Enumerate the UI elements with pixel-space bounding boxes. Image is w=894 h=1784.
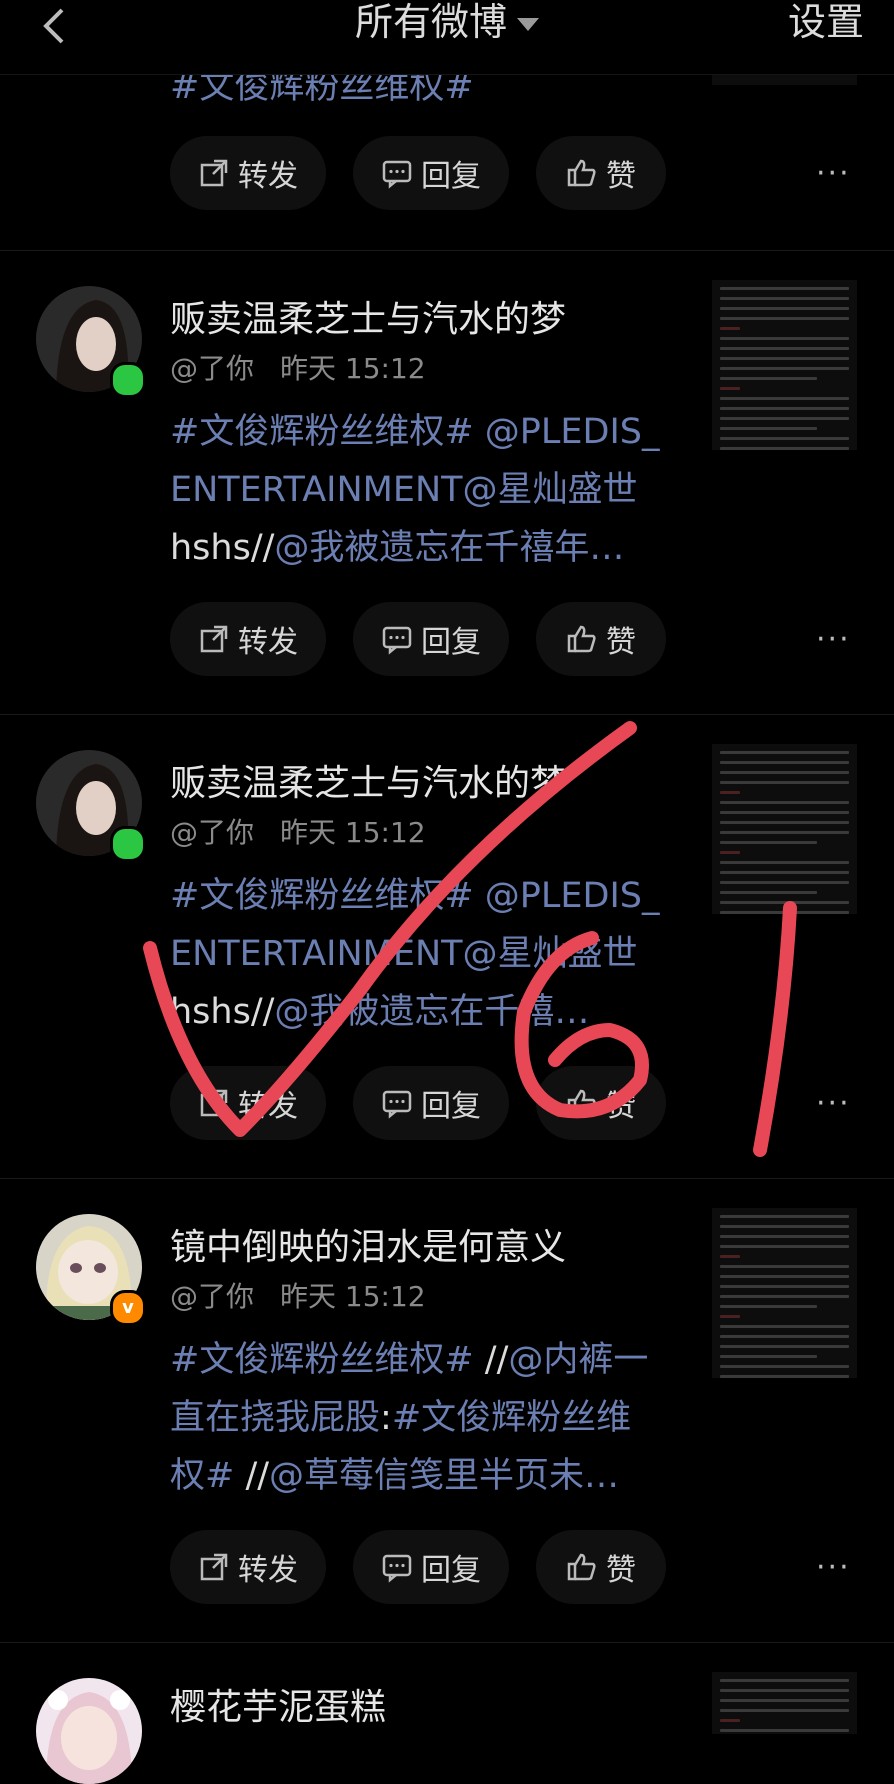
post-body-text: hshs// xyxy=(170,992,275,1032)
more-options-button[interactable]: ··· xyxy=(816,1086,851,1121)
more-options-button[interactable]: ··· xyxy=(816,622,851,657)
post-body-text: hshs// xyxy=(170,528,275,568)
mention-or-hashtag-link[interactable]: #文俊辉粉丝维权# @PLEDIS_ xyxy=(170,412,660,452)
post-body[interactable]: #文俊辉粉丝维权# @PLEDIS_ ENTERTAINMENT@星灿盛世 hshs… xyxy=(170,403,670,577)
mention-or-hashtag-link[interactable]: #文俊辉粉丝维 xyxy=(392,1398,631,1438)
repost-button[interactable]: 转发 xyxy=(170,1530,326,1604)
online-status-icon xyxy=(110,826,146,862)
avatar[interactable] xyxy=(36,1678,142,1784)
like-button[interactable]: 赞 xyxy=(536,136,666,210)
post-image-thumbnail[interactable] xyxy=(712,1672,857,1734)
post-actions: 转发 回复 赞 ··· xyxy=(170,602,870,676)
post-card[interactable]: v 镜中倒映的泪水是何意义 @了你 昨天 15:12 #文俊辉粉丝维权# //@内… xyxy=(0,1178,894,1642)
mention-or-hashtag-link[interactable]: @我被遗忘在千禧年… xyxy=(274,528,624,568)
thumbs-up-icon xyxy=(567,1553,596,1581)
post-body-line: #文俊辉粉丝维权# @PLEDIS_ xyxy=(170,867,670,925)
post-body-text: // xyxy=(484,1340,509,1380)
post-body[interactable]: #文俊辉粉丝维权# //@内裤一 直在挠我屁股:#文俊辉粉丝维 权# //@草莓信笺… xyxy=(170,1331,670,1505)
post-body-line: 权# //@草莓信笺里半页未… xyxy=(170,1447,670,1505)
post-actions: 转发 回复 赞 ··· xyxy=(170,136,870,210)
post-image-thumbnail[interactable] xyxy=(712,744,857,914)
online-status-icon xyxy=(110,362,146,398)
reply-button[interactable]: 回复 xyxy=(353,1530,509,1604)
mention-or-hashtag-link[interactable]: 权# xyxy=(170,1456,245,1496)
post-body-line: hshs//@我被遗忘在千禧… xyxy=(170,983,670,1041)
verified-badge-icon: v xyxy=(110,1290,146,1326)
mention-or-hashtag-link[interactable]: @内裤一 xyxy=(508,1340,648,1380)
reply-button[interactable]: 回复 xyxy=(353,602,509,676)
mention-or-hashtag-link[interactable]: #文俊辉粉丝维权# xyxy=(170,1340,485,1380)
like-button[interactable]: 赞 xyxy=(536,1530,666,1604)
post-timestamp: 昨天 15:12 xyxy=(280,352,426,385)
post-actions: 转发 回复 赞 ··· xyxy=(170,1530,870,1604)
post-body[interactable]: #文俊辉粉丝维权# @PLEDIS_ ENTERTAINMENT@星灿盛世 hshs… xyxy=(170,867,670,1041)
page-title: 所有微博 xyxy=(354,0,507,44)
mention-or-hashtag-link[interactable]: #文俊辉粉丝维权# @PLEDIS_ xyxy=(170,876,660,916)
post-card[interactable]: 贩卖温柔芝士与汽水的梦 @了你 昨天 15:12 #文俊辉粉丝维权# @PLEDI… xyxy=(0,714,894,1178)
post-author-name[interactable]: 贩卖温柔芝士与汽水的梦 xyxy=(170,290,566,342)
more-options-button[interactable]: ··· xyxy=(816,156,851,191)
post-image-thumbnail[interactable] xyxy=(712,280,857,450)
mention-or-hashtag-link[interactable]: ENTERTAINMENT@星灿盛世 xyxy=(170,470,638,510)
post-author-name[interactable]: 贩卖温柔芝士与汽水的梦 xyxy=(170,754,566,806)
repost-button[interactable]: 转发 xyxy=(170,136,326,210)
mention-or-hashtag-link[interactable]: 直在挠我屁股 xyxy=(170,1398,380,1438)
post-body-line: #文俊辉粉丝维权# //@内裤一 xyxy=(170,1331,670,1389)
thumbs-up-icon xyxy=(567,1089,596,1117)
post-timestamp: 昨天 15:12 xyxy=(280,816,426,849)
post-author-handle[interactable]: @了你 xyxy=(170,1280,254,1313)
post-body-line: ENTERTAINMENT@星灿盛世 xyxy=(170,925,670,983)
post-image-thumbnail[interactable] xyxy=(712,1208,857,1378)
more-options-button[interactable]: ··· xyxy=(816,1550,851,1585)
share-icon xyxy=(200,625,228,653)
post-card[interactable]: 樱花芋泥蛋糕 xyxy=(0,1642,894,1784)
share-icon xyxy=(200,1553,228,1581)
like-button[interactable]: 赞 xyxy=(536,1066,666,1140)
mention-or-hashtag-link[interactable]: @草莓信笺里半页未… xyxy=(269,1456,619,1496)
post-actions: 转发 回复 赞 ··· xyxy=(170,1066,870,1140)
post-body-line: #文俊辉粉丝维权# @PLEDIS_ xyxy=(170,403,670,461)
comment-icon xyxy=(382,1554,412,1583)
repost-button[interactable]: 转发 xyxy=(170,602,326,676)
post-body-line: hshs//@我被遗忘在千禧年… xyxy=(170,519,670,577)
thumbs-up-icon xyxy=(567,159,596,187)
post-author-handle[interactable]: @了你 xyxy=(170,352,254,385)
settings-button[interactable]: 设置 xyxy=(788,0,864,44)
reply-button[interactable]: 回复 xyxy=(353,1066,509,1140)
share-icon xyxy=(200,159,228,187)
feed-filter-dropdown[interactable]: 所有微博 xyxy=(0,0,894,44)
comment-icon xyxy=(382,1090,412,1119)
post-body-line: 直在挠我屁股:#文俊辉粉丝维 xyxy=(170,1389,670,1447)
repost-button[interactable]: 转发 xyxy=(170,1066,326,1140)
post-body-text: // xyxy=(245,1456,270,1496)
top-bar: 所有微博 设置 xyxy=(0,0,894,75)
post-author-handle[interactable]: @了你 xyxy=(170,816,254,849)
mention-or-hashtag-link[interactable]: @我被遗忘在千禧… xyxy=(274,992,589,1032)
comment-icon xyxy=(382,626,412,655)
post-timestamp: 昨天 15:12 xyxy=(280,1280,426,1313)
post-body-text: : xyxy=(380,1398,392,1438)
mention-or-hashtag-link[interactable]: ENTERTAINMENT@星灿盛世 xyxy=(170,934,638,974)
post-card[interactable]: 贩卖温柔芝士与汽水的梦 @了你 昨天 15:12 #文俊辉粉丝维权# @PLEDI… xyxy=(0,250,894,714)
thumbs-up-icon xyxy=(567,625,596,653)
comment-icon xyxy=(382,160,412,189)
post-body-line: ENTERTAINMENT@星灿盛世 xyxy=(170,461,670,519)
chevron-down-icon xyxy=(517,17,539,31)
post-author-name[interactable]: 樱花芋泥蛋糕 xyxy=(170,1678,386,1730)
like-button[interactable]: 赞 xyxy=(536,602,666,676)
post-author-name[interactable]: 镜中倒映的泪水是何意义 xyxy=(170,1218,566,1270)
reply-button[interactable]: 回复 xyxy=(353,136,509,210)
share-icon xyxy=(200,1089,228,1117)
